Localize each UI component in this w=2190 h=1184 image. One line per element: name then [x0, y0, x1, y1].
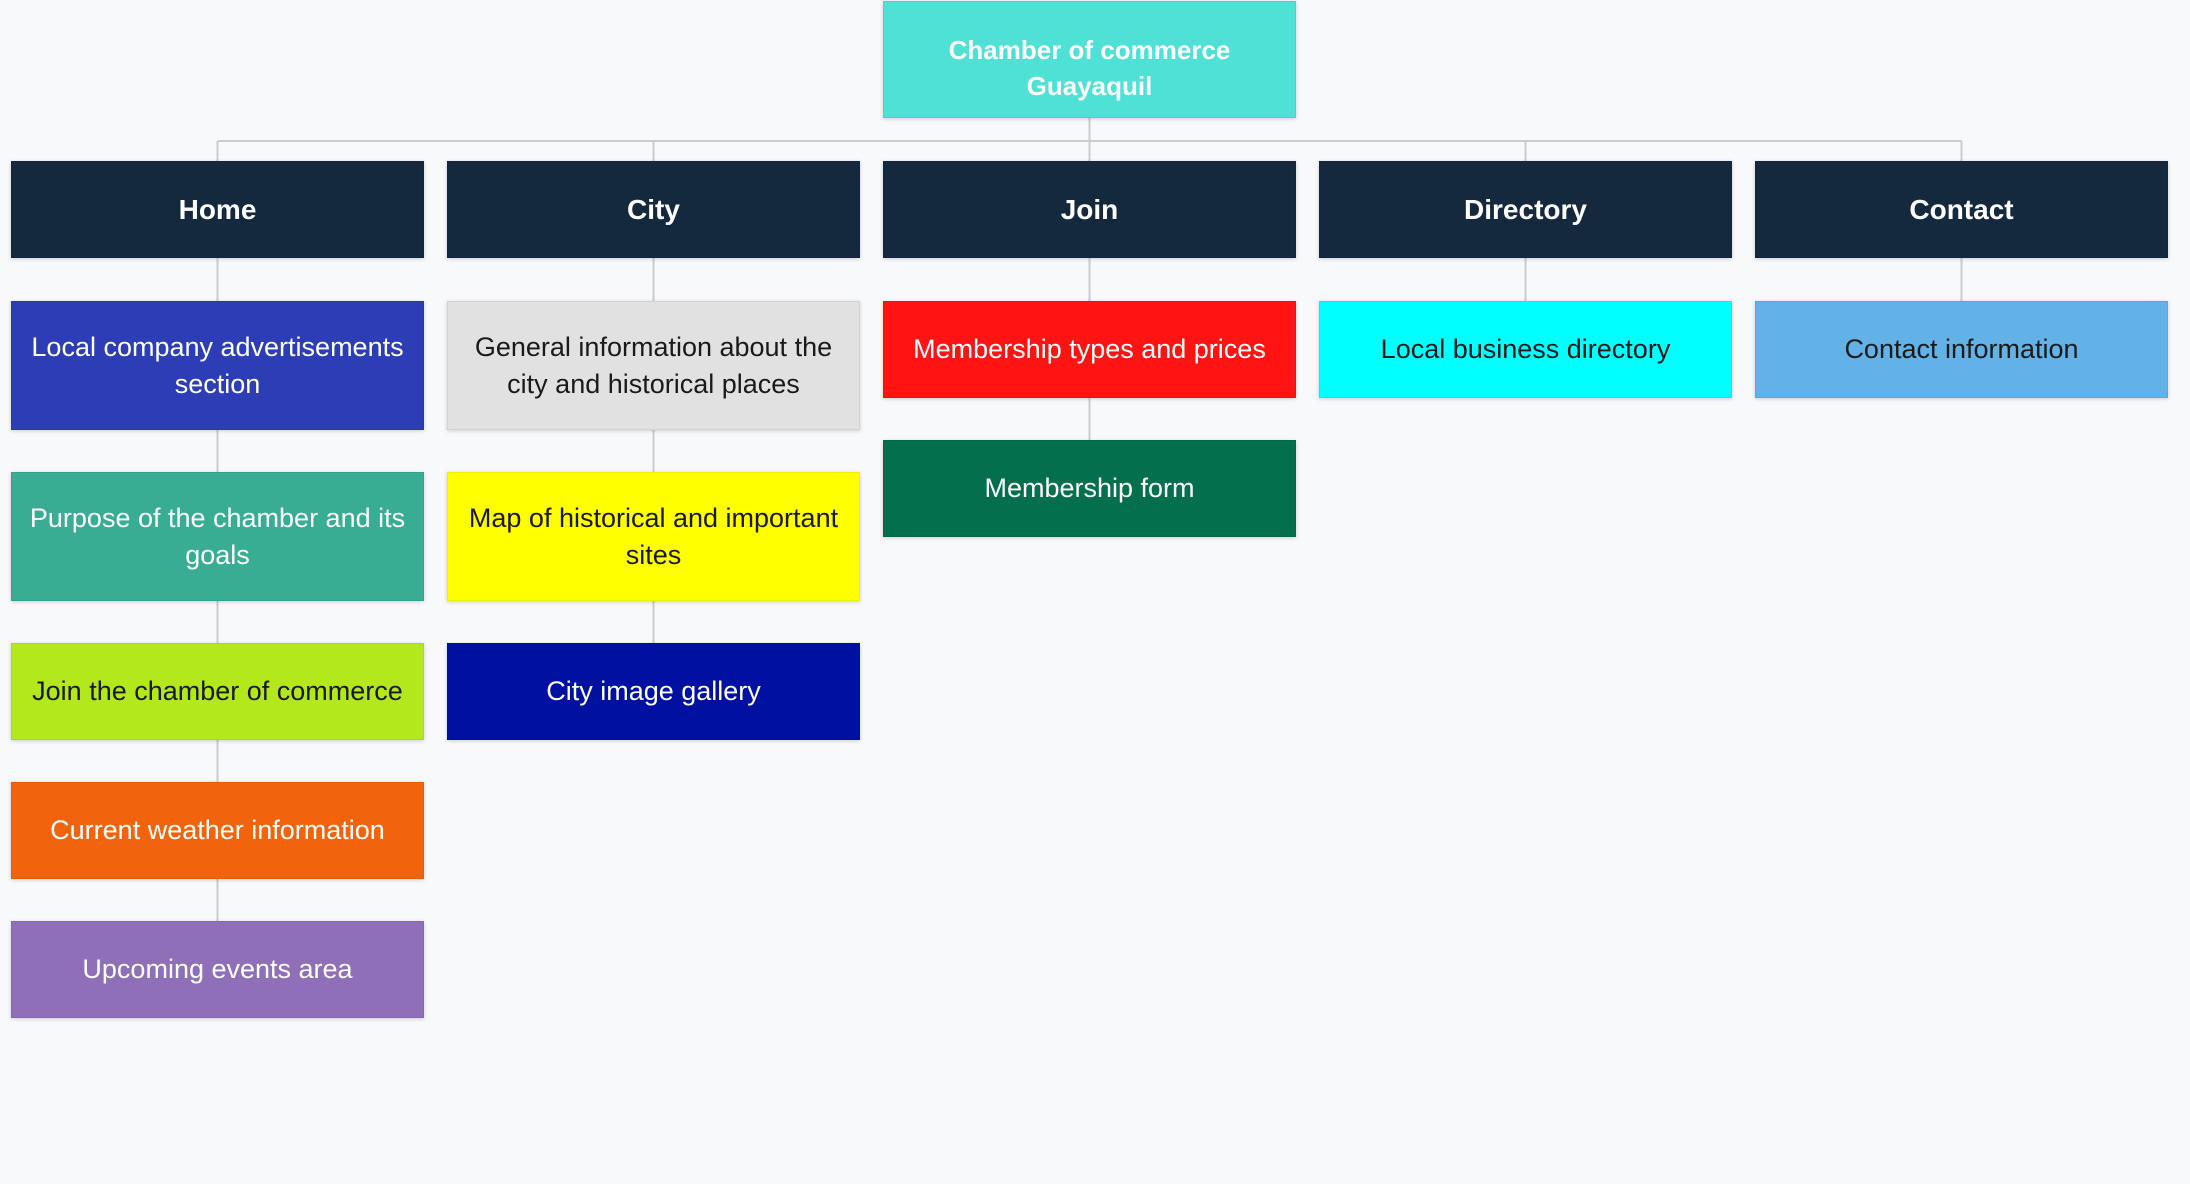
- category-node-label: Directory: [1464, 194, 1587, 225]
- child-node-local-company-ads[interactable]: Local company advertisements section: [11, 301, 424, 430]
- child-node-label: Current weather information: [50, 815, 385, 845]
- child-node-membership-form[interactable]: Membership form: [883, 440, 1296, 537]
- child-node-chamber-purpose[interactable]: Purpose of the chamber and its goals: [11, 472, 424, 601]
- category-node-contact[interactable]: Contact: [1755, 161, 2168, 258]
- child-node-label: Map of historical and important sites: [468, 502, 839, 570]
- child-node-label: Membership types and prices: [913, 334, 1266, 364]
- child-node-membership-types[interactable]: Membership types and prices: [883, 301, 1296, 398]
- category-node-join[interactable]: Join: [883, 161, 1296, 258]
- child-node-join-chamber[interactable]: Join the chamber of commerce: [11, 643, 424, 740]
- child-node-weather-info[interactable]: Current weather information: [11, 782, 424, 879]
- child-node-business-directory[interactable]: Local business directory: [1319, 301, 1732, 398]
- child-node-label: Membership form: [984, 473, 1195, 503]
- child-node-label: Local business directory: [1380, 334, 1671, 364]
- child-node-label: Purpose of the chamber and its goals: [29, 502, 406, 570]
- category-node-label: City: [627, 194, 680, 225]
- child-node-city-gallery[interactable]: City image gallery: [447, 643, 860, 740]
- category-node-label: Join: [1060, 194, 1119, 225]
- child-node-city-general-info[interactable]: General information about the city and h…: [447, 301, 860, 430]
- child-node-label: General information about the city and h…: [474, 331, 833, 399]
- child-node-upcoming-events[interactable]: Upcoming events area: [11, 921, 424, 1018]
- child-node-label: City image gallery: [546, 676, 761, 706]
- root-node-label: Chamber of commerce Guayaquil: [948, 35, 1231, 101]
- child-node-label: Local company advertisements section: [31, 331, 404, 399]
- child-node-contact-info[interactable]: Contact information: [1755, 301, 2168, 398]
- category-node-city[interactable]: City: [447, 161, 860, 258]
- child-node-label: Join the chamber of commerce: [32, 676, 403, 706]
- category-node-label: Home: [178, 194, 257, 225]
- child-node-label: Contact information: [1844, 334, 2079, 364]
- category-node-directory[interactable]: Directory: [1319, 161, 1732, 258]
- category-node-home[interactable]: Home: [11, 161, 424, 258]
- category-node-label: Contact: [1909, 194, 2014, 225]
- child-node-label: Upcoming events area: [82, 954, 353, 984]
- child-node-historical-map[interactable]: Map of historical and important sites: [447, 472, 860, 601]
- site-map-diagram: Chamber of commerce Guayaquil Home City …: [0, 0, 2190, 1184]
- root-node[interactable]: Chamber of commerce Guayaquil: [883, 1, 1296, 118]
